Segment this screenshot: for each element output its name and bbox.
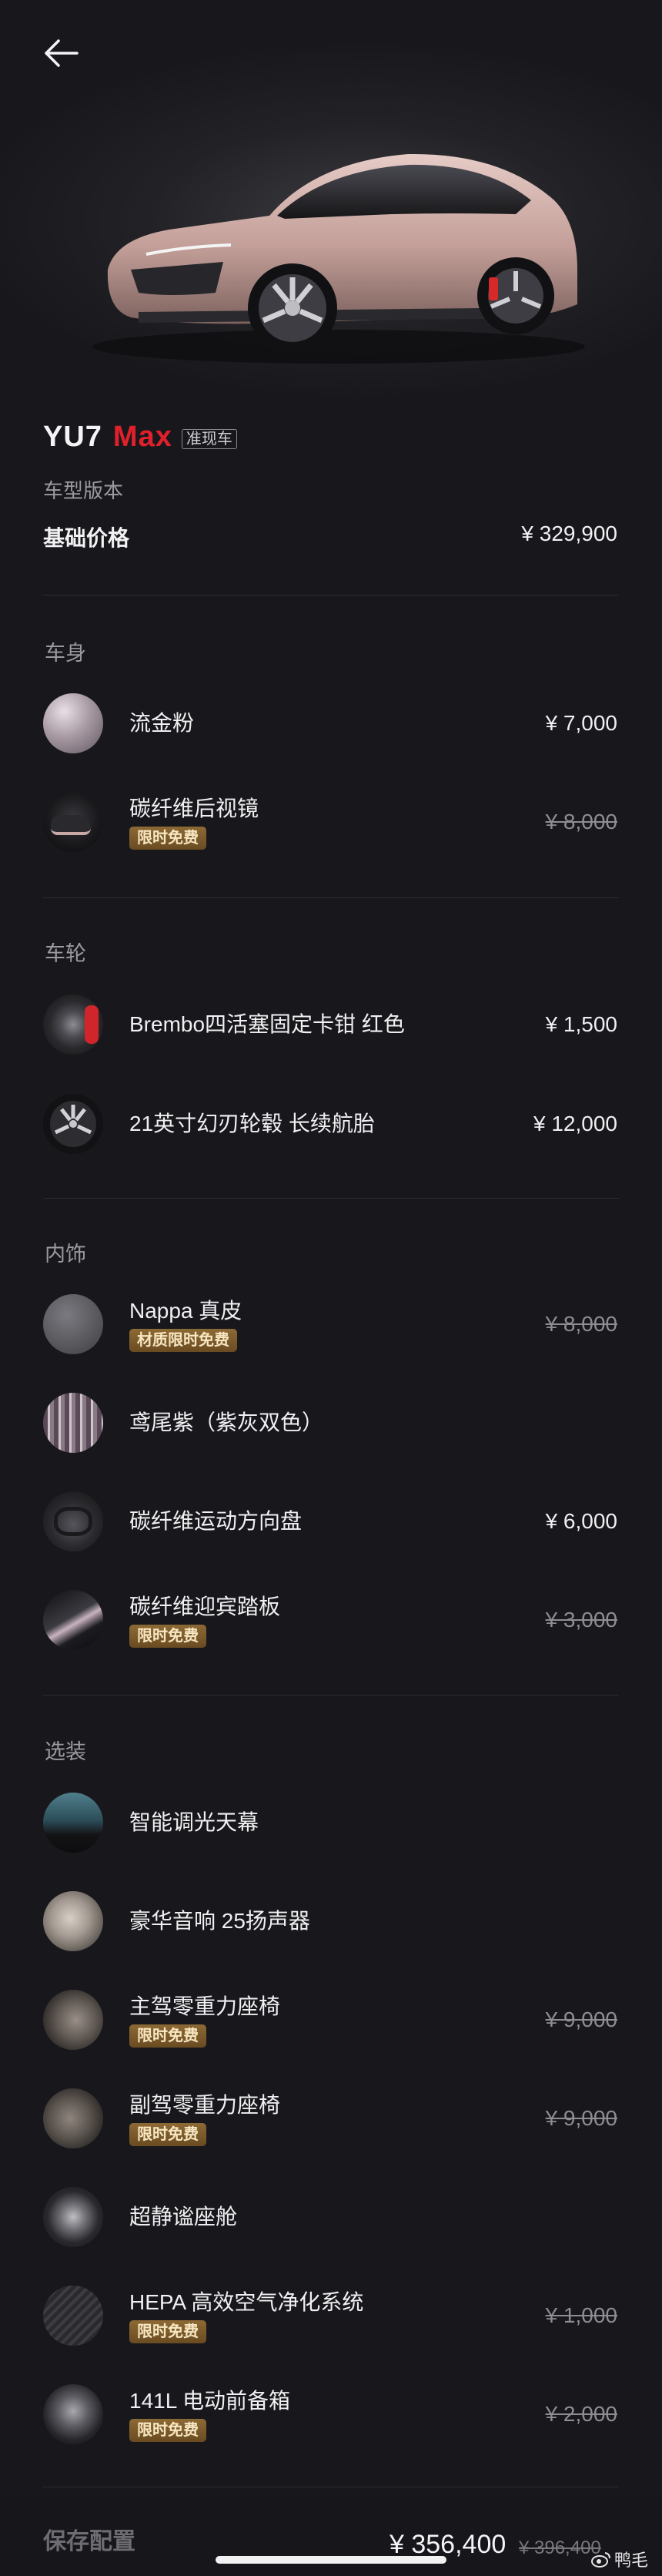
- door-sill-thumb: [43, 1590, 103, 1650]
- option-price-struck: ¥ 9,000: [545, 2007, 617, 2031]
- model-name: YU7: [43, 420, 102, 453]
- option-price: ¥ 7,000: [545, 711, 617, 735]
- option-price: ¥ 12,000: [533, 1112, 617, 1135]
- option-item-iris-purple[interactable]: 鸢尾紫（紫灰双色）: [43, 1389, 617, 1457]
- option-name: 碳纤维后视镜: [129, 797, 259, 820]
- option-name: Brembo四活塞固定卡钳 红色: [129, 1012, 405, 1036]
- option-item-door-sill[interactable]: 碳纤维迎宾踏板 限时免费 ¥ 3,000: [43, 1586, 617, 1654]
- divider: [43, 1695, 619, 1696]
- stock-badge: 准现车: [181, 429, 237, 449]
- option-item-quiet-cabin[interactable]: 超静谧座舱: [43, 2183, 617, 2251]
- option-price-struck: ¥ 3,000: [545, 1608, 617, 1632]
- model-title: YU7 Max 准现车: [43, 420, 237, 454]
- speaker-thumb: [43, 1891, 103, 1951]
- frunk-thumb: [43, 2384, 103, 2444]
- brake-caliper-thumb: [43, 995, 103, 1055]
- option-price-struck: ¥ 1,000: [545, 2303, 617, 2327]
- paint-swatch-thumb: [43, 693, 103, 753]
- divider: [43, 897, 619, 898]
- leather-swatch-thumb: [43, 1294, 103, 1354]
- option-price-struck: ¥ 2,000: [545, 2402, 617, 2426]
- version-label: 车型版本: [43, 479, 124, 502]
- divider: [43, 1198, 619, 1199]
- section-title-body: 车身: [45, 642, 86, 665]
- option-item-brembo[interactable]: Brembo四活塞固定卡钳 红色 ¥ 1,500: [43, 991, 617, 1058]
- base-price-row: 基础价格 ¥ 329,900: [43, 522, 617, 552]
- option-price-struck: ¥ 8,000: [545, 810, 617, 834]
- sunroof-thumb: [43, 1793, 103, 1853]
- option-name: 141L 电动前备箱: [129, 2389, 291, 2413]
- option-name: 豪华音响 25扬声器: [129, 1909, 310, 1933]
- original-total-price: ¥ 396,400: [519, 2537, 601, 2558]
- steering-wheel-thumb: [43, 1491, 103, 1551]
- free-tag: 限时免费: [129, 1625, 206, 1648]
- option-name: Nappa 真皮: [129, 1299, 242, 1323]
- option-price: ¥ 6,000: [545, 1509, 617, 1533]
- option-item-driver-seat[interactable]: 主驾零重力座椅 限时免费 ¥ 9,000: [43, 1986, 617, 2054]
- option-name: 副驾零重力座椅: [129, 2093, 281, 2117]
- weibo-logo-icon: [591, 2552, 610, 2568]
- section-title-wheels: 车轮: [45, 942, 86, 965]
- model-suffix: Max: [112, 420, 172, 453]
- option-item-steering-wheel[interactable]: 碳纤维运动方向盘 ¥ 6,000: [43, 1488, 617, 1555]
- air-filter-thumb: [43, 2286, 103, 2346]
- watermark: 鸭毛: [591, 2547, 648, 2571]
- free-tag: 限时免费: [129, 2123, 206, 2146]
- option-item-nappa[interactable]: Nappa 真皮 材质限时免费 ¥ 8,000: [43, 1290, 617, 1358]
- option-name: 流金粉: [129, 711, 195, 735]
- option-name: 鸢尾紫（紫灰双色）: [129, 1410, 324, 1434]
- watermark-text: 鸭毛: [614, 2551, 649, 2570]
- option-name: 碳纤维迎宾踏板: [129, 1595, 281, 1618]
- hero-image: [0, 0, 662, 401]
- save-config-button[interactable]: 保存配置: [43, 2522, 135, 2556]
- free-tag: 限时免费: [129, 2320, 206, 2343]
- option-price-struck: ¥ 9,000: [545, 2106, 617, 2130]
- base-price-label: 基础价格: [43, 526, 130, 550]
- option-item-frunk[interactable]: 141L 电动前备箱 限时免费 ¥ 2,000: [43, 2380, 617, 2448]
- option-price-struck: ¥ 8,000: [545, 1312, 617, 1336]
- free-tag: 限时免费: [129, 2024, 206, 2048]
- option-name: 智能调光天幕: [129, 1810, 259, 1834]
- base-price-value: ¥ 329,900: [521, 522, 617, 545]
- seat-thumb: [43, 2088, 103, 2148]
- option-item-audio[interactable]: 豪华音响 25扬声器: [43, 1887, 617, 1955]
- option-item-passenger-seat[interactable]: 副驾零重力座椅 限时免费 ¥ 9,000: [43, 2085, 617, 2152]
- car-render: [92, 153, 585, 364]
- option-item-smart-roof[interactable]: 智能调光天幕: [43, 1789, 617, 1857]
- option-name: 超静谧座舱: [129, 2205, 238, 2229]
- option-name: 碳纤维运动方向盘: [129, 1509, 303, 1533]
- option-name: HEPA 高效空气净化系统: [129, 2290, 364, 2314]
- option-item-carbon-mirror[interactable]: 碳纤维后视镜 限时免费 ¥ 8,000: [43, 788, 617, 856]
- wheel-rim-thumb: [43, 1094, 103, 1154]
- section-title-options: 选装: [45, 1740, 86, 1763]
- option-item-hepa[interactable]: HEPA 高效空气净化系统 限时免费 ¥ 1,000: [43, 2282, 617, 2350]
- option-item-wheels[interactable]: 21英寸幻刃轮毂 长续航胎 ¥ 12,000: [43, 1090, 617, 1158]
- upholstery-swatch-thumb: [43, 1393, 103, 1453]
- option-name: 主驾零重力座椅: [129, 1994, 281, 2018]
- free-tag: 限时免费: [129, 2419, 206, 2442]
- option-item-paint[interactable]: 流金粉 ¥ 7,000: [43, 689, 617, 757]
- arrow-left-icon[interactable]: [38, 34, 85, 72]
- home-indicator[interactable]: [216, 2556, 446, 2564]
- free-tag: 材质限时免费: [129, 1329, 237, 1352]
- seat-thumb: [43, 1990, 103, 2050]
- option-price: ¥ 1,500: [545, 1012, 617, 1036]
- free-tag: 限时免费: [129, 827, 206, 850]
- option-name: 21英寸幻刃轮毂 长续航胎: [129, 1112, 375, 1135]
- section-title-interior: 内饰: [45, 1243, 86, 1266]
- mirror-thumb: [43, 792, 103, 852]
- cabin-thumb: [43, 2187, 103, 2247]
